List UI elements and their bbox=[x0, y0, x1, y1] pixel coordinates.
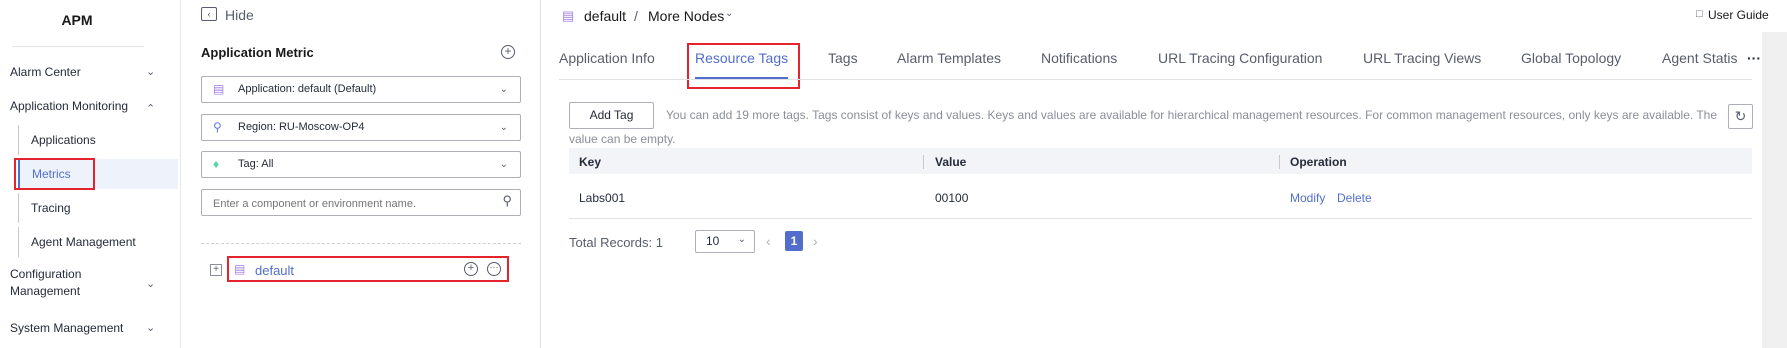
sidebar-item-label: Metrics bbox=[32, 167, 71, 181]
application-icon: ▤ bbox=[234, 262, 246, 276]
tag-key-cell: Labs001 bbox=[579, 191, 626, 205]
sidebar-item-application-monitoring[interactable]: Application Monitoring ⌃ bbox=[10, 91, 160, 121]
add-node-icon[interactable]: + bbox=[464, 262, 478, 276]
sidebar-item-label: Applications bbox=[31, 133, 96, 147]
tree-divider bbox=[201, 243, 521, 244]
chevron-down-icon[interactable]: ⌄ bbox=[725, 8, 733, 19]
search-input[interactable] bbox=[202, 190, 495, 217]
previous-page-icon[interactable]: ‹ bbox=[766, 233, 771, 249]
chevron-down-icon: ⌄ bbox=[146, 66, 156, 78]
tab-alarm-templates[interactable]: Alarm Templates bbox=[897, 50, 1001, 66]
column-header-value: Value bbox=[935, 155, 967, 169]
sidebar-divider bbox=[12, 46, 144, 47]
document-icon: □ bbox=[1696, 8, 1703, 20]
sidebar-item-label: Agent Management bbox=[31, 235, 136, 249]
tab-application-info[interactable]: Application Info bbox=[559, 50, 655, 66]
tab-agent-statistics[interactable]: Agent Statis bbox=[1662, 50, 1738, 66]
expand-node-icon[interactable]: + bbox=[210, 264, 222, 276]
column-header-key: Key bbox=[579, 155, 602, 169]
chevron-down-icon: ⌄ bbox=[146, 322, 156, 334]
search-icon[interactable]: ⚲ bbox=[502, 193, 512, 209]
region-filter-value: Region: RU-Moscow-OP4 bbox=[238, 121, 365, 133]
tag-icon: ♦ bbox=[213, 157, 220, 171]
page-1-button[interactable]: 1 bbox=[785, 231, 803, 251]
location-pin-icon: ⚲ bbox=[213, 120, 222, 134]
application-icon: ▤ bbox=[213, 82, 225, 96]
modify-link[interactable]: Modify bbox=[1290, 191, 1325, 205]
chevron-up-icon: ⌃ bbox=[146, 103, 156, 115]
chevron-down-icon: ⌄ bbox=[499, 159, 508, 170]
add-tag-button[interactable]: Add Tag bbox=[569, 102, 654, 129]
sidebar-item-label: Configuration Management bbox=[10, 267, 82, 298]
sidebar-item-alarm-center[interactable]: Alarm Center ⌄ bbox=[10, 57, 160, 87]
more-options-icon[interactable]: ··· bbox=[487, 262, 501, 276]
application-tree-panel: ‹ Hide Application Metric + ▤ Applicatio… bbox=[181, 0, 541, 348]
next-page-icon[interactable]: › bbox=[813, 233, 818, 249]
sidebar-item-agent-management[interactable]: Agent Management bbox=[18, 227, 178, 257]
collapse-panel-icon[interactable]: ‹ bbox=[201, 7, 217, 21]
tab-url-tracing-views[interactable]: URL Tracing Views bbox=[1363, 50, 1481, 66]
sidebar-item-label: Application Monitoring bbox=[10, 99, 129, 113]
table-row bbox=[569, 175, 1752, 219]
delete-link[interactable]: Delete bbox=[1337, 191, 1372, 205]
tab-tags[interactable]: Tags bbox=[828, 50, 858, 66]
tab-url-tracing-configuration[interactable]: URL Tracing Configuration bbox=[1158, 50, 1322, 66]
user-guide-link[interactable]: User Guide bbox=[1708, 8, 1769, 22]
component-search-box: ⚲ bbox=[201, 189, 521, 217]
sidebar-item-configuration-management[interactable]: Configuration Management bbox=[10, 266, 110, 306]
total-records: Total Records: 1 bbox=[569, 235, 663, 250]
column-divider bbox=[1279, 155, 1280, 169]
more-tabs-icon[interactable]: ··· bbox=[1747, 50, 1761, 66]
application-filter-value: Application: default (Default) bbox=[238, 83, 377, 95]
chevron-down-icon: ⌄ bbox=[737, 234, 746, 245]
sidebar-item-metrics[interactable]: Metrics bbox=[18, 159, 178, 189]
sidebar-item-label: Tracing bbox=[31, 201, 71, 215]
breadcrumb-separator: / bbox=[634, 8, 638, 24]
tag-filter-value: Tag: All bbox=[238, 158, 274, 170]
refresh-icon[interactable]: ↻ bbox=[1728, 104, 1753, 129]
page-size-value: 10 bbox=[706, 234, 720, 248]
tabs-divider bbox=[559, 79, 1752, 80]
application-icon: ▤ bbox=[562, 8, 575, 23]
sidebar-item-label: System Management bbox=[10, 321, 124, 335]
page-size-select[interactable]: 10 ⌄ bbox=[695, 230, 755, 253]
tab-global-topology[interactable]: Global Topology bbox=[1521, 50, 1621, 66]
column-header-operation: Operation bbox=[1290, 155, 1347, 169]
add-circle-icon[interactable]: + bbox=[501, 45, 515, 59]
sidebar-item-label: Alarm Center bbox=[10, 65, 81, 79]
sidebar-item-tracing[interactable]: Tracing bbox=[18, 193, 178, 223]
tags-notice-line2: value can be empty. bbox=[569, 132, 676, 146]
chevron-down-icon: ⌄ bbox=[146, 278, 156, 290]
panel-title: Application Metric bbox=[201, 45, 314, 60]
sidebar-item-applications[interactable]: Applications bbox=[18, 125, 178, 155]
tab-resource-tags[interactable]: Resource Tags bbox=[695, 50, 788, 66]
breadcrumb-root[interactable]: default bbox=[584, 8, 626, 24]
chevron-down-icon: ⌄ bbox=[499, 84, 508, 95]
chevron-down-icon: ⌄ bbox=[499, 122, 508, 133]
region-filter-select[interactable]: ⚲ Region: RU-Moscow-OP4 ⌄ bbox=[201, 114, 521, 141]
left-sidebar: APM Alarm Center ⌄ Application Monitorin… bbox=[0, 0, 181, 348]
top-bar: ▤ default / More Nodes ⌄ □ User Guide bbox=[541, 0, 1787, 32]
application-filter-select[interactable]: ▤ Application: default (Default) ⌄ bbox=[201, 76, 521, 103]
tag-value-cell: 00100 bbox=[935, 191, 969, 205]
table-header bbox=[569, 148, 1752, 174]
sidebar-item-system-management[interactable]: System Management ⌄ bbox=[10, 313, 160, 343]
breadcrumb-current[interactable]: More Nodes bbox=[648, 8, 724, 24]
tags-notice-line1: You can add 19 more tags. Tags consist o… bbox=[666, 108, 1718, 122]
tree-node-default[interactable]: default bbox=[255, 263, 294, 278]
tab-notifications[interactable]: Notifications bbox=[1041, 50, 1117, 66]
hide-button[interactable]: Hide bbox=[225, 7, 254, 23]
app-title: APM bbox=[61, 12, 93, 28]
tag-filter-select[interactable]: ♦ Tag: All ⌄ bbox=[201, 151, 521, 178]
column-divider bbox=[923, 155, 924, 169]
